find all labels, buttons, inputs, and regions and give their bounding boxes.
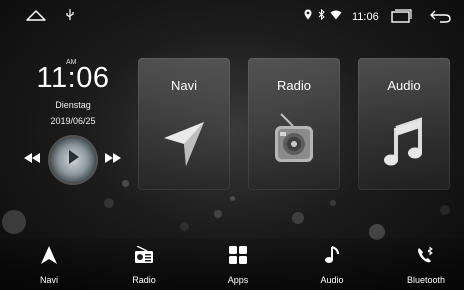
home-screen: 11:06 AM 11:06 Dienstag 2019/06/25 Navi — [0, 0, 464, 290]
radio-icon — [275, 113, 313, 162]
tile-radio-label: Radio — [277, 78, 311, 93]
tile-radio[interactable]: Radio — [248, 58, 340, 190]
next-icon[interactable] — [105, 153, 121, 163]
bokeh-decoration — [330, 200, 336, 206]
back-icon[interactable] — [429, 9, 453, 23]
bottom-dock: Navi Radio Apps Audio Bluetooth — [0, 238, 464, 290]
dock-audio-label: Audio — [320, 275, 344, 285]
location-icon — [304, 9, 312, 20]
bokeh-decoration — [104, 198, 114, 208]
navigation-arrow-icon — [41, 246, 57, 264]
dock-item-bluetooth[interactable]: Bluetooth — [391, 238, 461, 290]
bokeh-decoration — [292, 212, 304, 224]
bokeh-decoration — [214, 210, 222, 218]
clock-date: 2019/06/25 — [50, 116, 96, 126]
dock-apps-label: Apps — [227, 275, 249, 285]
clock-time: 11:06 — [36, 62, 110, 94]
navigation-arrow-icon — [164, 122, 204, 166]
dock-item-navi[interactable]: Navi — [14, 238, 84, 290]
dock-navi-label: Navi — [39, 275, 58, 285]
dock-bluetooth-label: Bluetooth — [406, 275, 446, 285]
tile-navi-label: Navi — [170, 78, 197, 93]
bluetooth-icon — [318, 9, 325, 20]
dock-item-audio[interactable]: Audio — [297, 238, 367, 290]
tile-audio-label: Audio — [387, 78, 421, 93]
bokeh-decoration — [122, 180, 129, 187]
usb-icon — [66, 9, 74, 20]
dock-radio-label: Radio — [132, 275, 156, 285]
dock-item-apps[interactable]: Apps — [203, 238, 273, 290]
previous-icon[interactable] — [24, 153, 40, 163]
status-bar: 11:06 — [0, 0, 464, 34]
status-clock: 11:06 — [352, 11, 379, 23]
apps-grid-icon — [229, 246, 247, 264]
tile-audio[interactable]: Audio — [358, 58, 450, 190]
recent-apps-icon[interactable] — [390, 9, 412, 23]
play-icon[interactable] — [69, 150, 79, 164]
bokeh-decoration — [180, 222, 189, 231]
dock-item-radio[interactable]: Radio — [109, 238, 179, 290]
home-icon[interactable] — [25, 8, 47, 22]
radio-icon — [135, 246, 153, 263]
music-note-icon — [325, 246, 339, 263]
bokeh-decoration — [440, 205, 450, 215]
bokeh-decoration — [2, 210, 26, 234]
wifi-icon — [330, 10, 342, 20]
bluetooth-phone-icon — [418, 246, 433, 263]
music-note-icon — [384, 117, 422, 166]
clock-weekday: Dienstag — [55, 100, 91, 110]
bokeh-decoration — [230, 196, 235, 201]
tile-navi[interactable]: Navi — [138, 58, 230, 190]
